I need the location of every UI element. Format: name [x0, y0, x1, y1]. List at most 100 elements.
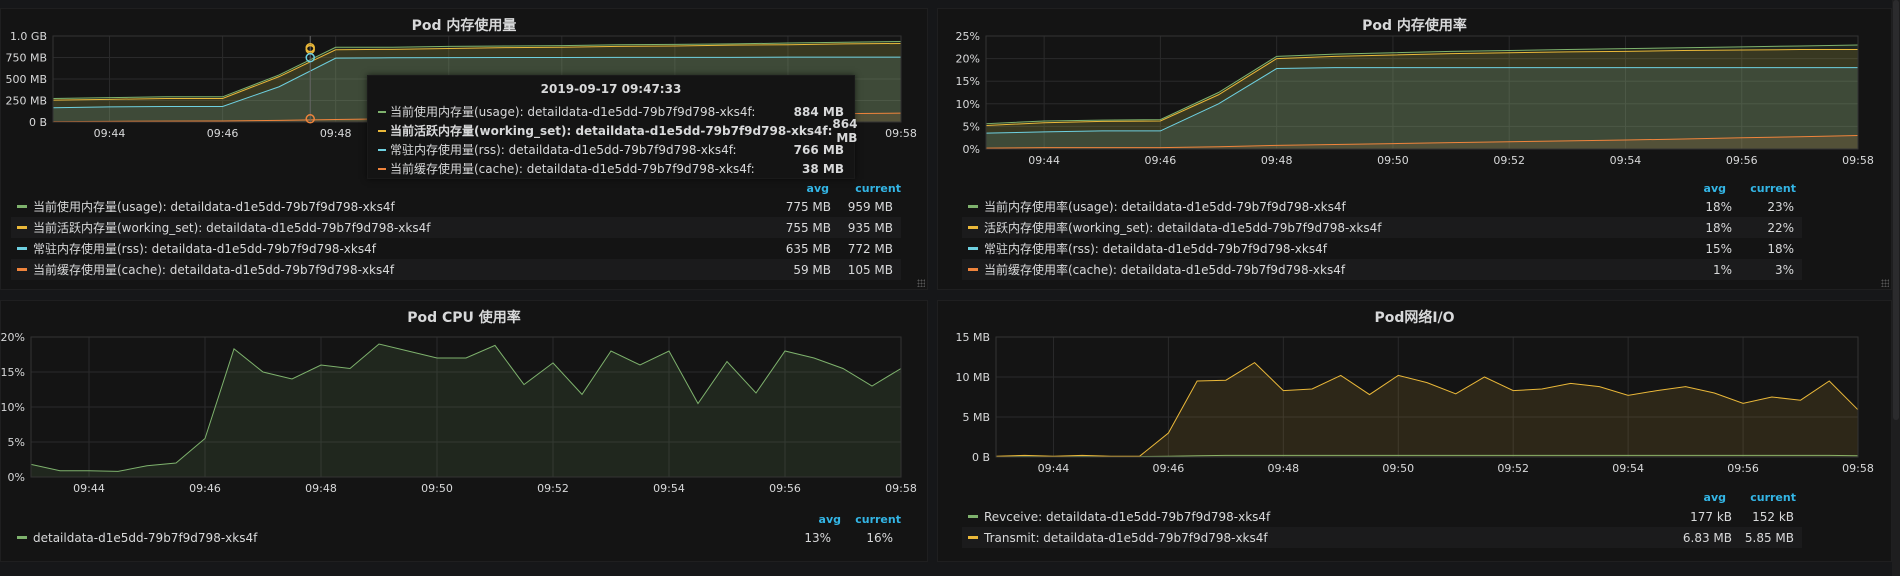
x-tick-label: 09:48: [305, 482, 337, 495]
legend-header-current[interactable]: current: [841, 513, 901, 526]
legend-color-swatch[interactable]: [17, 226, 27, 229]
x-tick-label: 09:44: [1038, 462, 1070, 475]
legend-color-swatch[interactable]: [17, 205, 27, 208]
tooltip-value: 766 MB: [793, 142, 844, 157]
legend-avg-value: 1%: [1712, 262, 1732, 277]
legend-color-swatch[interactable]: [968, 515, 978, 518]
x-tick-label: 09:44: [1028, 154, 1060, 167]
x-tick-label: 09:54: [653, 482, 685, 495]
legend-avg-value: 15%: [1705, 241, 1732, 256]
legend-row[interactable]: Revceive: detaildata-d1e5dd-79b7f9d798-x…: [962, 506, 1802, 527]
scrollbar-thumb[interactable]: [1893, 0, 1899, 420]
x-tick-label: 09:58: [885, 127, 917, 140]
legend-color-swatch[interactable]: [968, 268, 978, 271]
y-tick-label: 0%: [963, 143, 980, 156]
x-tick-label: 09:56: [769, 482, 801, 495]
legend-header-avg[interactable]: avg: [1638, 491, 1726, 504]
legend-series-name[interactable]: 当前使用内存量(usage): detaildata-d1e5dd-79b7f9…: [33, 198, 761, 215]
legend-avg-value: 177 kB: [1690, 509, 1732, 524]
y-tick-label: 15%: [956, 75, 980, 88]
y-tick-label: 0 B: [29, 116, 47, 129]
y-tick-label: 20%: [1, 331, 25, 344]
x-tick-label: 09:44: [94, 127, 126, 140]
legend-header-current[interactable]: current: [1726, 182, 1796, 195]
x-tick-label: 09:56: [1726, 154, 1758, 167]
x-tick-label: 09:46: [207, 127, 239, 140]
legend-current-value: 3%: [1774, 262, 1794, 277]
x-tick-label: 09:50: [1377, 154, 1409, 167]
legend-row[interactable]: 当前活跃内存量(working_set): detaildata-d1e5dd-…: [11, 217, 901, 238]
legend-avg-value: 13%: [804, 530, 831, 545]
legend-color-swatch[interactable]: [968, 205, 978, 208]
legend-current-value: 5.85 MB: [1744, 530, 1794, 545]
y-tick-label: 10 MB: [955, 371, 990, 384]
x-tick-label: 09:58: [885, 482, 917, 495]
x-tick-label: 09:54: [1612, 462, 1644, 475]
legend-current-value: 22%: [1767, 220, 1794, 235]
legend-current-value: 152 kB: [1752, 509, 1794, 524]
legend-row[interactable]: 活跃内存使用率(working_set): detaildata-d1e5dd-…: [962, 217, 1802, 238]
x-tick-label: 09:52: [537, 482, 569, 495]
legend-current-value: 105 MB: [847, 262, 893, 277]
legend-row[interactable]: detaildata-d1e5dd-79b7f9d798-xks4f 13% 16%: [11, 527, 901, 548]
legend-row[interactable]: Transmit: detaildata-d1e5dd-79b7f9d798-x…: [962, 527, 1802, 548]
legend-header-current[interactable]: current: [829, 182, 901, 195]
legend-color-swatch[interactable]: [968, 536, 978, 539]
legend-current-value: 935 MB: [847, 220, 893, 235]
legend-header-avg[interactable]: avg: [761, 182, 829, 195]
legend-current-value: 23%: [1767, 199, 1794, 214]
legend-current-value: 16%: [866, 530, 893, 545]
x-tick-label: 09:50: [421, 482, 453, 495]
y-tick-label: 15 MB: [955, 331, 990, 344]
tooltip-row: 当前活跃内存量(working_set): detaildata-d1e5dd-…: [378, 117, 857, 145]
legend-header-avg[interactable]: avg: [771, 513, 841, 526]
legend-series-name[interactable]: Transmit: detaildata-d1e5dd-79b7f9d798-x…: [984, 531, 1662, 545]
legend-row[interactable]: 常驻内存使用率(rss): detaildata-d1e5dd-79b7f9d7…: [962, 238, 1802, 259]
legend-series-name[interactable]: 当前缓存使用率(cache): detaildata-d1e5dd-79b7f9…: [984, 261, 1662, 278]
legend-row[interactable]: 当前内存使用率(usage): detaildata-d1e5dd-79b7f9…: [962, 196, 1802, 217]
x-tick-label: 09:52: [1497, 462, 1529, 475]
legend-avg-value: 755 MB: [785, 220, 831, 235]
legend-color-swatch[interactable]: [17, 247, 27, 250]
legend-header-current[interactable]: current: [1726, 491, 1796, 504]
tooltip-color-swatch: [378, 110, 386, 113]
legend-series-name[interactable]: 当前缓存使用量(cache): detaildata-d1e5dd-79b7f9…: [33, 261, 761, 278]
y-tick-label: 1.0 GB: [10, 30, 47, 43]
x-tick-label: 09:48: [1267, 462, 1299, 475]
page-scrollbar[interactable]: [1892, 0, 1900, 576]
y-tick-label: 10%: [956, 98, 980, 111]
legend-color-swatch[interactable]: [968, 247, 978, 250]
legend-series-name[interactable]: 当前活跃内存量(working_set): detaildata-d1e5dd-…: [33, 219, 761, 236]
x-tick-label: 09:48: [320, 127, 352, 140]
resize-handle[interactable]: [1881, 279, 1889, 287]
legend-series-name[interactable]: 常驻内存使用率(rss): detaildata-d1e5dd-79b7f9d7…: [984, 240, 1662, 257]
legend-series-name[interactable]: detaildata-d1e5dd-79b7f9d798-xks4f: [33, 531, 761, 545]
x-tick-label: 09:58: [1842, 462, 1874, 475]
legend-color-swatch[interactable]: [17, 268, 27, 271]
legend-series-name[interactable]: 常驻内存使用量(rss): detaildata-d1e5dd-79b7f9d7…: [33, 240, 761, 257]
x-tick-label: 09:54: [1610, 154, 1642, 167]
tooltip-series-name: 当前活跃内存量(working_set): detaildata-d1e5dd-…: [390, 124, 833, 138]
legend-series-name[interactable]: 活跃内存使用率(working_set): detaildata-d1e5dd-…: [984, 219, 1662, 236]
x-tick-label: 09:58: [1842, 154, 1874, 167]
y-tick-label: 500 MB: [5, 73, 47, 86]
resize-handle[interactable]: [917, 279, 925, 287]
legend-series-name[interactable]: Revceive: detaildata-d1e5dd-79b7f9d798-x…: [984, 510, 1662, 524]
legend-color-swatch[interactable]: [17, 536, 27, 539]
legend-header-avg[interactable]: avg: [1658, 182, 1726, 195]
legend-row[interactable]: 常驻内存使用量(rss): detaildata-d1e5dd-79b7f9d7…: [11, 238, 901, 259]
y-tick-label: 750 MB: [5, 52, 47, 65]
legend-current-value: 959 MB: [847, 199, 893, 214]
series-area: [31, 344, 901, 477]
tooltip-row: 常驻内存使用量(rss): detaildata-d1e5dd-79b7f9d7…: [378, 140, 844, 159]
tooltip-value: 864 MB: [832, 116, 858, 145]
legend-avg-value: 59 MB: [793, 262, 831, 277]
legend-row[interactable]: 当前缓存使用量(cache): detaildata-d1e5dd-79b7f9…: [11, 259, 901, 280]
y-tick-label: 15%: [1, 366, 25, 379]
legend-series-name[interactable]: 当前内存使用率(usage): detaildata-d1e5dd-79b7f9…: [984, 198, 1662, 215]
legend-row[interactable]: 当前使用内存量(usage): detaildata-d1e5dd-79b7f9…: [11, 196, 901, 217]
legend-row[interactable]: 当前缓存使用率(cache): detaildata-d1e5dd-79b7f9…: [962, 259, 1802, 280]
y-tick-label: 25%: [956, 30, 980, 43]
legend-color-swatch[interactable]: [968, 226, 978, 229]
y-tick-label: 0%: [8, 471, 25, 484]
